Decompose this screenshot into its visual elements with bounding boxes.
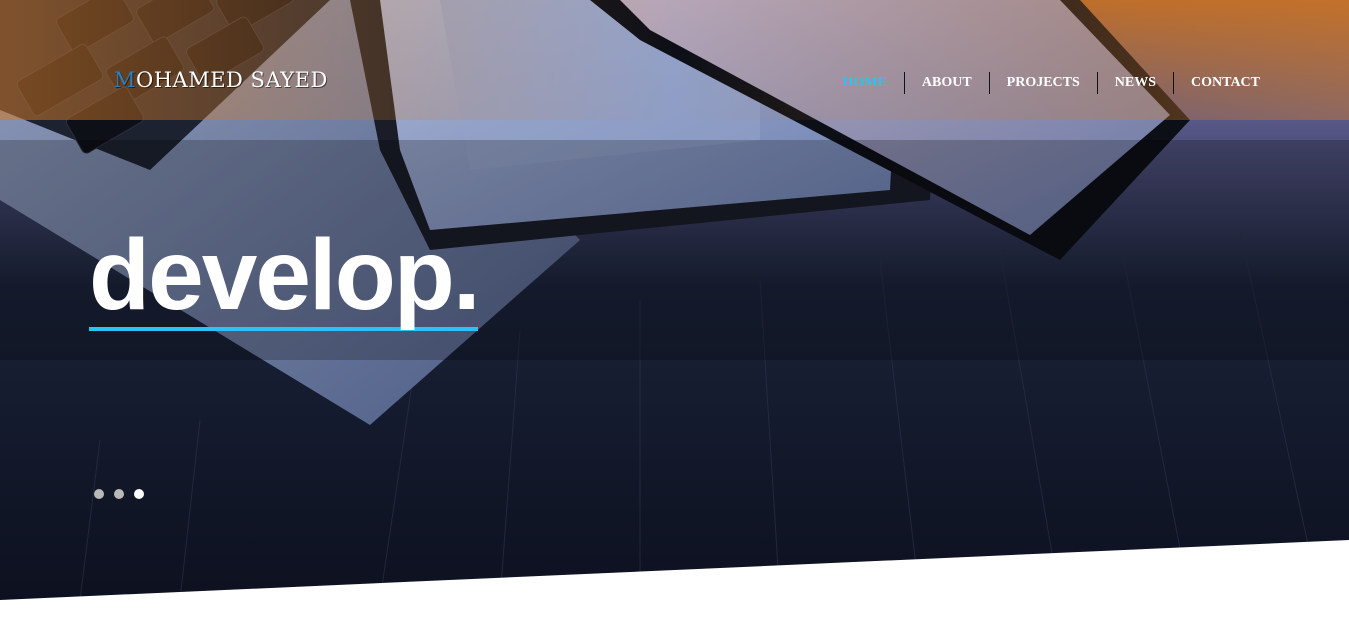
- site-logo[interactable]: MOHAMED SAYED: [114, 68, 328, 92]
- nav-item-contact[interactable]: CONTACT: [1173, 72, 1277, 94]
- logo-initial: M: [114, 68, 137, 92]
- nav-item-news[interactable]: NEWS: [1096, 72, 1173, 94]
- hero-headline-block: develop.: [89, 219, 481, 331]
- hero-headline: develop.: [89, 219, 481, 331]
- slider-dots: [94, 489, 144, 499]
- logo-text: OHAMED SAYED: [136, 68, 328, 92]
- slider-dot-1[interactable]: [94, 489, 104, 499]
- slider-dot-2[interactable]: [114, 489, 124, 499]
- nav-item-projects[interactable]: PROJECTS: [988, 72, 1097, 94]
- site-header: MOHAMED SAYED HOME ABOUT PROJECTS NEWS C…: [0, 0, 1349, 160]
- nav-item-home[interactable]: HOME: [826, 72, 904, 94]
- hero-section: MOHAMED SAYED HOME ABOUT PROJECTS NEWS C…: [0, 0, 1349, 639]
- slider-dot-3[interactable]: [134, 489, 144, 499]
- nav-item-about[interactable]: ABOUT: [903, 72, 989, 94]
- main-nav: HOME ABOUT PROJECTS NEWS CONTACT: [826, 72, 1277, 94]
